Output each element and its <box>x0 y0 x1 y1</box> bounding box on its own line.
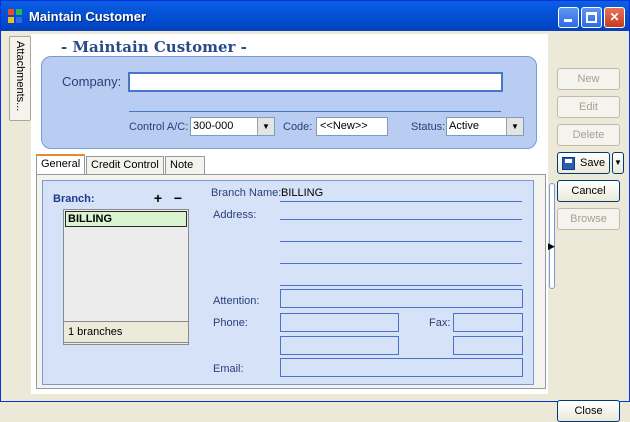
window-title: Maintain Customer <box>29 9 147 24</box>
remove-branch-button[interactable]: − <box>169 191 187 207</box>
code-label: Code: <box>283 121 313 133</box>
address-line-4[interactable] <box>280 285 522 286</box>
branch-panel: Branch: + − BILLING 1 branches Branch Na… <box>42 180 534 385</box>
save-button[interactable]: Save <box>557 152 610 174</box>
code-input[interactable]: <<New>> <box>316 117 388 136</box>
minimize-icon <box>564 19 572 22</box>
attachments-label: Attachments... <box>14 41 26 112</box>
general-tab-panel: Branch: + − BILLING 1 branches Branch Na… <box>36 174 546 389</box>
status-label: Status: <box>411 121 446 133</box>
address-line-1[interactable] <box>280 219 522 220</box>
address-line-2[interactable] <box>280 241 522 242</box>
email-label: Email: <box>213 363 244 375</box>
status-select[interactable]: Active ▼ <box>446 117 524 136</box>
form-heading: - Maintain Customer - <box>61 38 247 56</box>
chevron-down-icon[interactable]: ▼ <box>257 118 274 135</box>
close-button[interactable]: Close <box>557 400 620 422</box>
maximize-button[interactable] <box>581 7 602 28</box>
phone-input-1[interactable] <box>280 313 399 332</box>
branch-name-value[interactable]: BILLING <box>281 187 323 199</box>
code-value: <<New>> <box>320 120 368 132</box>
chevron-down-icon[interactable]: ▼ <box>506 118 523 135</box>
company-input[interactable] <box>128 72 503 92</box>
branch-label: Branch: <box>53 193 95 205</box>
app-icon <box>8 9 22 23</box>
address-line-3[interactable] <box>280 263 522 264</box>
fax-label: Fax: <box>429 317 451 329</box>
branch-name-underline <box>280 201 522 202</box>
client-area: Attachments... - Maintain Customer - Com… <box>4 31 626 422</box>
scrollbar[interactable] <box>549 183 555 289</box>
minimize-button[interactable] <box>558 7 579 28</box>
attachments-tab[interactable]: Attachments... <box>9 36 31 121</box>
branch-count: 1 branches <box>63 321 189 343</box>
phone-label: Phone: <box>213 317 248 329</box>
attention-label: Attention: <box>213 295 260 307</box>
fax-input-1[interactable] <box>453 313 523 332</box>
tab-general[interactable]: General <box>36 154 85 175</box>
title-bar[interactable]: Maintain Customer ✕ <box>1 1 629 31</box>
save-label: Save <box>580 157 606 169</box>
form-content: - Maintain Customer - Company: Control A… <box>31 34 548 394</box>
floppy-disk-icon <box>562 157 575 170</box>
edit-button[interactable]: Edit <box>557 96 620 118</box>
add-branch-button[interactable]: + <box>149 191 167 207</box>
delete-button[interactable]: Delete <box>557 124 620 146</box>
phone-input-2[interactable] <box>280 336 399 355</box>
new-button[interactable]: New <box>557 68 620 90</box>
attention-input[interactable] <box>280 289 523 308</box>
tab-credit-control[interactable]: Credit Control <box>86 156 164 175</box>
fax-input-2[interactable] <box>453 336 523 355</box>
header-divider <box>129 111 501 112</box>
maximize-icon <box>586 12 597 23</box>
save-dropdown-button[interactable]: ▼ <box>612 152 624 174</box>
list-item[interactable]: BILLING <box>65 211 187 227</box>
customer-header-panel: Company: Control A/C: 300-000 ▼ Code: <<… <box>41 56 537 149</box>
close-icon: ✕ <box>609 10 620 24</box>
control-ac-label: Control A/C: <box>129 121 189 133</box>
branch-name-label: Branch Name: <box>211 187 282 199</box>
tab-note[interactable]: Note <box>165 156 205 175</box>
control-ac-select[interactable]: 300-000 ▼ <box>190 117 275 136</box>
email-input[interactable] <box>280 358 523 377</box>
cancel-button[interactable]: Cancel <box>557 180 620 202</box>
close-window-button[interactable]: ✕ <box>604 7 625 28</box>
status-value: Active <box>449 120 479 132</box>
chevron-down-icon: ▼ <box>614 158 622 167</box>
chevron-right-icon[interactable]: ▶ <box>548 241 555 252</box>
control-ac-value: 300-000 <box>193 120 234 132</box>
browse-button[interactable]: Browse <box>557 208 620 230</box>
maintain-customer-window: Maintain Customer ✕ Attachments... - Mai… <box>0 0 630 422</box>
company-label: Company: <box>62 74 122 89</box>
address-label: Address: <box>213 209 257 221</box>
